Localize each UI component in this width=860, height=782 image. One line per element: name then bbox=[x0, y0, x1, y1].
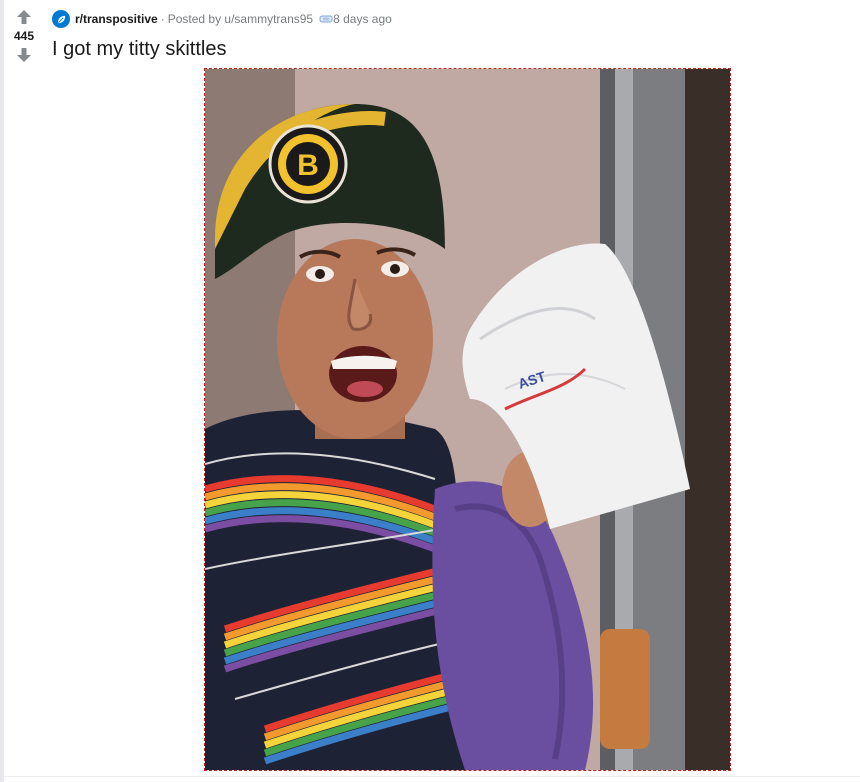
downvote-arrow-icon bbox=[17, 48, 31, 62]
vote-column: 445 bbox=[4, 6, 44, 66]
subreddit-link[interactable]: r/transpositive bbox=[75, 12, 158, 26]
subreddit-avatar-icon[interactable] bbox=[52, 10, 70, 28]
meta-separator: · bbox=[160, 12, 165, 26]
post-age[interactable]: 8 days ago bbox=[333, 12, 392, 26]
post-bottom-divider bbox=[4, 776, 860, 777]
award-icon[interactable] bbox=[319, 14, 333, 24]
posted-by-link[interactable]: Posted by u/sammytrans95 bbox=[168, 12, 313, 26]
post-left-border bbox=[0, 0, 4, 782]
post-title[interactable]: I got my titty skittles bbox=[52, 36, 226, 62]
post-image[interactable]: AST B bbox=[204, 68, 731, 771]
leaf-icon bbox=[57, 15, 65, 23]
beanie-logo-letter: B bbox=[297, 149, 319, 182]
post-photo: AST B bbox=[205, 69, 730, 770]
post-meta: r/transpositive · Posted by u/sammytrans… bbox=[52, 10, 392, 28]
upvote-arrow-icon bbox=[17, 10, 31, 24]
post-card: 445 r/transpositive · Posted by u/sammyt… bbox=[0, 0, 860, 782]
downvote-button[interactable] bbox=[12, 44, 36, 66]
vote-score: 445 bbox=[13, 29, 35, 43]
upvote-button[interactable] bbox=[12, 6, 36, 28]
